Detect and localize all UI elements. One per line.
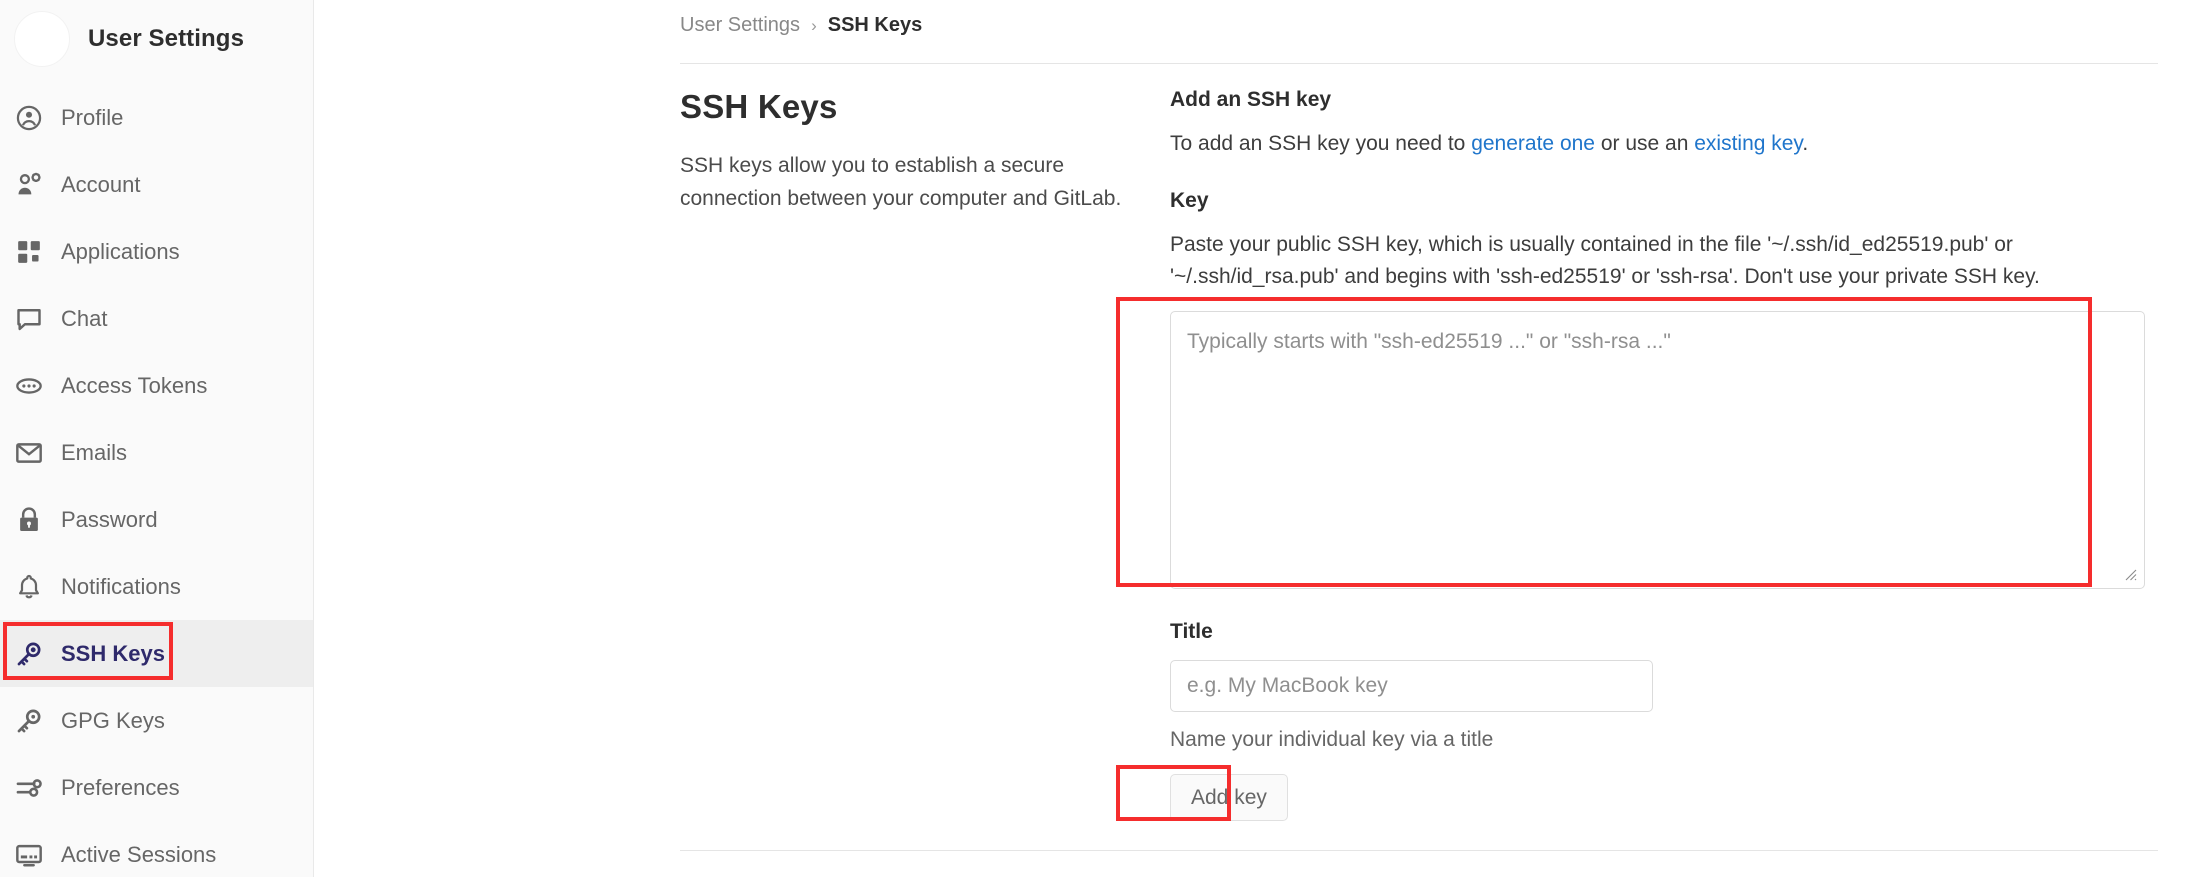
generate-one-link[interactable]: generate one (1471, 132, 1595, 155)
main-content: User Settings › SSH Keys SSH Keys SSH ke… (314, 0, 2198, 877)
page-root: User Settings Profile Account Applicatio (0, 0, 2198, 877)
section-intro: SSH Keys SSH keys allow you to establish… (680, 88, 1170, 821)
email-icon (14, 438, 44, 468)
sidebar-item-ssh-keys[interactable]: SSH Keys (0, 620, 313, 687)
sidebar-item-label: Emails (61, 439, 128, 465)
sidebar-item-label: SSH Keys (61, 640, 165, 666)
breadcrumb: User Settings › SSH Keys (680, 14, 922, 37)
sidebar-nav: Profile Account Applications Chat Access… (0, 78, 313, 877)
sidebar-item-label: GPG Keys (61, 707, 165, 733)
form-heading: Add an SSH key (1170, 88, 1332, 111)
chevron-right-icon: › (811, 15, 817, 35)
section-description: SSH keys allow you to establish a secure… (680, 154, 1122, 210)
avatar[interactable] (14, 11, 70, 67)
key-icon (14, 706, 44, 736)
sidebar-header: User Settings (0, 0, 313, 78)
sidebar-item-label: Chat (61, 305, 108, 331)
preferences-icon (14, 773, 44, 803)
account-icon (14, 170, 44, 200)
sidebar-title: User Settings (88, 25, 245, 52)
chat-icon (14, 304, 44, 334)
ssh-key-title-input[interactable] (1170, 660, 1653, 713)
title-field-label: Title (1170, 620, 1213, 644)
sidebar-item-chat[interactable]: Chat (0, 285, 313, 352)
sidebar-item-label: Account (61, 171, 141, 197)
sidebar-item-active-sessions[interactable]: Active Sessions (0, 821, 313, 877)
profile-icon (14, 103, 44, 133)
sidebar-item-notifications[interactable]: Notifications (0, 553, 313, 620)
sidebar-item-label: Notifications (61, 573, 181, 599)
section-bottom-divider (680, 850, 2158, 851)
form-subtitle: To add an SSH key you need to generate o… (1170, 129, 2145, 159)
sidebar-item-label: Active Sessions (61, 841, 217, 867)
sidebar-item-password[interactable]: Password (0, 486, 313, 553)
ssh-key-input[interactable] (1170, 311, 2145, 590)
key-field-label: Key (1170, 189, 1209, 213)
add-key-button[interactable]: Add key (1170, 774, 1288, 822)
sidebar-item-account[interactable]: Account (0, 151, 313, 218)
key-icon (14, 639, 44, 669)
title-field-help: Name your individual key via a title (1170, 728, 1494, 752)
submit-row: Add key (1170, 774, 1288, 822)
sidebar-item-label: Password (61, 506, 158, 532)
key-textarea-wrapper (1170, 311, 2145, 590)
sidebar-item-access-tokens[interactable]: Access Tokens (0, 352, 313, 419)
ssh-keys-section: SSH Keys SSH keys allow you to establish… (680, 88, 2158, 822)
form-subtitle-pre: To add an SSH key you need to (1170, 132, 1472, 155)
bell-icon (14, 572, 44, 602)
sidebar-item-label: Profile (61, 104, 124, 130)
sidebar-item-emails[interactable]: Emails (0, 419, 313, 486)
sidebar-item-applications[interactable]: Applications (0, 218, 313, 285)
sidebar-item-preferences[interactable]: Preferences (0, 754, 313, 821)
header-divider (680, 63, 2158, 64)
sidebar-item-label: Applications (61, 238, 180, 264)
active-sessions-icon (14, 840, 44, 870)
sidebar-item-profile[interactable]: Profile (0, 84, 313, 151)
key-field-help: Paste your public SSH key, which is usua… (1170, 233, 2040, 289)
sidebar-item-gpg-keys[interactable]: GPG Keys (0, 687, 313, 754)
breadcrumb-current: SSH Keys (827, 14, 923, 36)
applications-icon (14, 237, 44, 267)
sidebar-item-label: Access Tokens (61, 372, 208, 398)
form-subtitle-post: . (1802, 132, 1809, 155)
existing-key-link[interactable]: existing key (1694, 132, 1802, 155)
lock-icon (14, 505, 44, 535)
page-title: SSH Keys (680, 88, 838, 125)
sidebar-item-label: Preferences (61, 774, 180, 800)
user-settings-sidebar: User Settings Profile Account Applicatio (0, 0, 314, 877)
form-subtitle-mid: or use an (1594, 132, 1695, 155)
add-ssh-key-form: Add an SSH key To add an SSH key you nee… (1170, 88, 2145, 822)
breadcrumb-root[interactable]: User Settings (680, 14, 800, 37)
access-tokens-icon (14, 371, 44, 401)
